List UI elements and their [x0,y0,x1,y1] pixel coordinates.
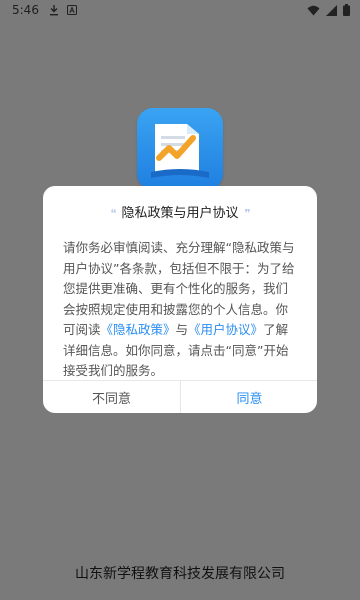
status-left-icons [49,4,77,16]
signal-icon [326,4,337,16]
company-name: 山东新学程教育科技发展有限公司 [75,566,285,582]
user-agreement-link[interactable]: 《用户协议》 [188,322,263,337]
status-bar: 5:46 [0,0,360,20]
title-left-decoration: ❛❛ [110,207,116,220]
status-right-icons [307,4,350,16]
status-time: 5:46 [12,3,39,17]
wifi-icon [307,5,320,15]
agree-button[interactable]: 同意 [181,381,317,413]
download-icon [49,4,58,15]
disagree-button[interactable]: 不同意 [43,381,180,413]
app-a-icon [66,5,77,15]
app-logo [137,108,223,190]
dialog-title-text: 隐私政策与用户协议 [121,206,239,221]
battery-icon [343,4,350,16]
privacy-policy-link[interactable]: 《隐私政策》 [101,322,176,337]
body-text-and: 与 [175,322,189,337]
dialog-title: ❛❛ 隐私政策与用户协议 ❜❜ [43,202,317,221]
app-logo-graphic [151,124,209,178]
title-right-decoration: ❜❜ [244,207,251,220]
dialog-body: 请你务必审慎阅读、充分理解“隐私政策与用户协议”各条款，包括但不限于：为了给您提… [63,238,299,382]
privacy-dialog: ❛❛ 隐私政策与用户协议 ❜❜ 请你务必审慎阅读、充分理解“隐私政策与用户协议”各条… [43,186,317,413]
